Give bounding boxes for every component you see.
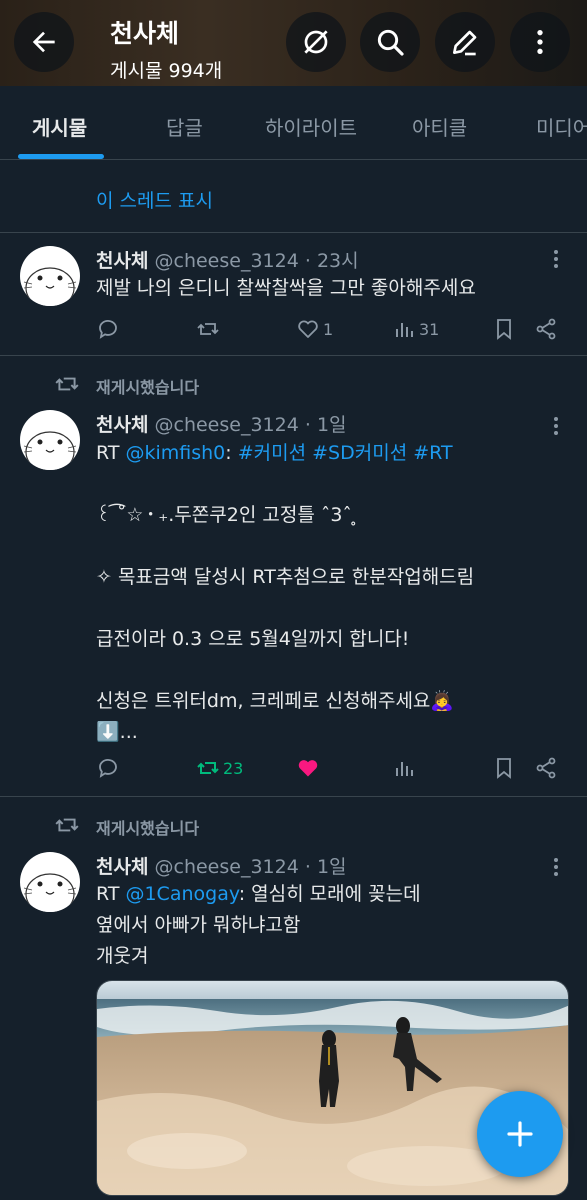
retweeted-icon — [55, 818, 79, 832]
bookmark-icon — [497, 319, 511, 340]
colon: : — [225, 442, 238, 464]
tweet-time[interactable]: 23시 — [317, 250, 359, 272]
share-button[interactable] — [534, 756, 558, 780]
mention-link[interactable]: @1Canogay — [125, 883, 238, 905]
tweet-time[interactable]: 1일 — [317, 856, 347, 878]
heart-filled-icon — [298, 760, 318, 777]
tweet-body: 옆에서 아빠가 뭐하냐고함 개웃겨 — [96, 914, 301, 967]
retweet-count: 23 — [223, 758, 244, 778]
tweet-more-icon[interactable] — [548, 857, 564, 877]
author-name[interactable]: 천사체 — [96, 250, 148, 272]
like-button[interactable]: 1 — [296, 317, 333, 341]
tweet-more-icon[interactable] — [548, 416, 564, 436]
share-icon — [536, 757, 556, 779]
edit-icon — [453, 30, 477, 56]
edit-button[interactable] — [435, 12, 495, 72]
tab-posts[interactable]: 게시물 — [32, 112, 87, 141]
share-button[interactable] — [534, 317, 558, 341]
author-handle[interactable]: @cheese_3124 — [155, 856, 299, 878]
show-thread-link[interactable]: 이 스레드 표시 — [96, 186, 213, 213]
share-icon — [536, 318, 556, 340]
author-handle[interactable]: @cheese_3124 — [155, 414, 299, 436]
tweet[interactable]: 천사체 @cheese_3124 · 23시 제발 나의 은디니 찰싹찰싹을 그… — [0, 233, 587, 355]
reply-button[interactable] — [96, 317, 120, 341]
tweet-actions: 23 — [96, 756, 566, 782]
tweet-more-icon[interactable] — [548, 249, 564, 269]
heart-icon — [298, 320, 318, 338]
reply-icon — [99, 320, 117, 339]
search-button[interactable] — [360, 12, 420, 72]
bookmark-button[interactable] — [492, 756, 516, 780]
tab-articles[interactable]: 아티클 — [412, 112, 467, 141]
retweet-icon — [197, 762, 219, 774]
more-button[interactable] — [510, 12, 570, 72]
rt-prefix: RT — [96, 442, 126, 464]
retweeted-label[interactable]: 재게시했습니다 — [96, 815, 199, 839]
tweet-text: RT @kimfish0: #커미션 #SD커미션 #RT — [96, 438, 571, 469]
author-name[interactable]: 천사체 — [96, 414, 148, 436]
arrow-left-icon — [32, 31, 55, 53]
text-first-line: 열심히 모래에 꽂는데 — [251, 883, 421, 905]
retweet-button[interactable]: 23 — [196, 756, 243, 780]
profile-header: 천사체 게시물 994개 — [0, 0, 587, 86]
more-icon — [537, 30, 543, 54]
avatar[interactable] — [20, 246, 80, 306]
reply-icon — [99, 759, 117, 778]
retweet-icon — [197, 323, 219, 335]
tweet[interactable]: 재게시했습니다 천사체 @cheese_3124 · 1일 RT @kimfis… — [0, 356, 587, 796]
view-count: 31 — [419, 319, 440, 339]
tab-active-indicator — [18, 154, 104, 159]
avatar[interactable] — [20, 852, 80, 912]
bookmark-icon — [497, 758, 511, 779]
tweet-body: ꒰ ͡˚☆・₊.두쫀쿠2인 고정틀 ˆ3ˆ ̥ ✧ 목표금액 달성시 RT추첨으… — [96, 504, 475, 743]
like-button[interactable] — [296, 756, 320, 780]
reply-button[interactable] — [96, 756, 120, 780]
views-button[interactable] — [392, 756, 416, 780]
tweet-text: 제발 나의 은디니 찰싹찰싹을 그만 좋아해주세요 — [96, 277, 476, 299]
compose-button[interactable] — [477, 1091, 563, 1177]
mute-button[interactable] — [286, 12, 346, 72]
tab-highlights[interactable]: 하이라이트 — [265, 112, 357, 141]
profile-tabs: 게시물 답글 하이라이트 아티클 미디어 — [0, 86, 587, 160]
views-icon — [396, 323, 413, 337]
colon: : — [238, 883, 252, 905]
hashtag-links[interactable]: #커미션 #SD커미션 #RT — [238, 442, 453, 464]
like-count: 1 — [323, 319, 334, 339]
retweet-button[interactable] — [196, 317, 220, 341]
plus-icon — [507, 1121, 533, 1147]
retweeted-label[interactable]: 재게시했습니다 — [96, 374, 199, 398]
views-button[interactable]: 31 — [392, 317, 439, 341]
tweet-actions: 1 31 — [96, 317, 566, 343]
avatar[interactable] — [20, 410, 80, 470]
back-button[interactable] — [14, 12, 74, 72]
mention-link[interactable]: @kimfish0 — [125, 442, 225, 464]
search-icon — [377, 29, 404, 56]
author-handle[interactable]: @cheese_3124 — [155, 250, 299, 272]
tweet-time[interactable]: 1일 — [317, 414, 347, 436]
post-count: 게시물 994개 — [110, 60, 223, 82]
rt-prefix: RT — [96, 883, 126, 905]
mute-icon — [304, 30, 328, 54]
bookmark-button[interactable] — [492, 317, 516, 341]
tweet-text: RT @1Canogay: 열심히 모래에 꽂는데 — [96, 879, 571, 910]
tab-replies[interactable]: 답글 — [166, 112, 203, 141]
profile-name: 천사체 — [110, 19, 180, 48]
tab-media[interactable]: 미디어 — [536, 112, 587, 141]
retweeted-icon — [55, 377, 79, 391]
views-icon — [396, 762, 413, 776]
author-name[interactable]: 천사체 — [96, 856, 148, 878]
